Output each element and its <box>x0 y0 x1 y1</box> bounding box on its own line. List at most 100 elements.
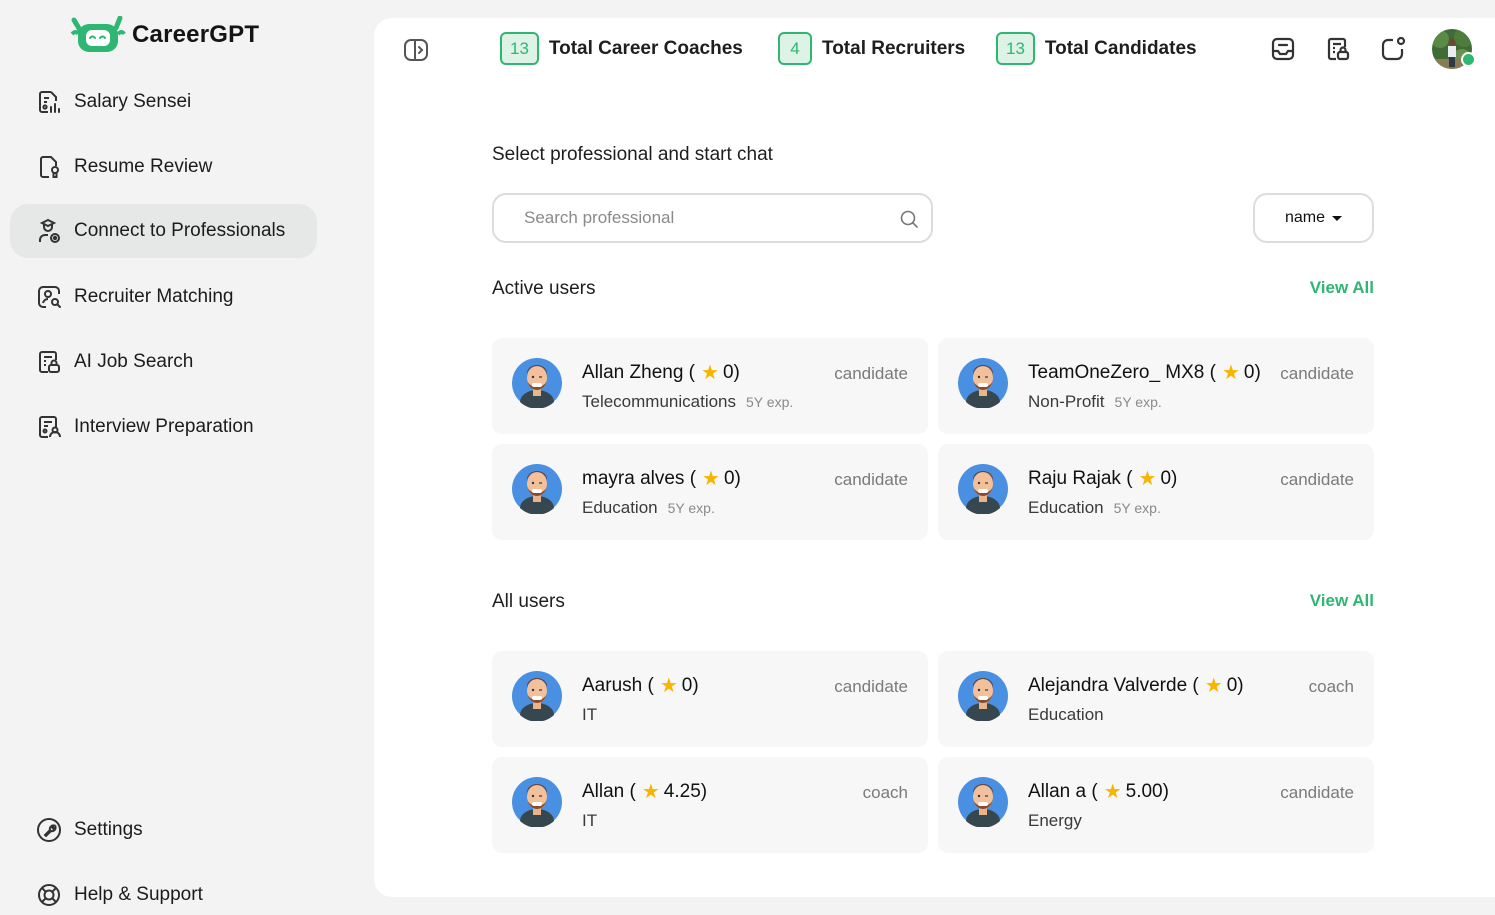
page-title: Select professional and start chat <box>492 144 773 165</box>
star-icon: ★ <box>702 468 720 490</box>
star-icon: ★ <box>701 362 719 384</box>
user-card[interactable]: Allan a (★ 5.00) Energy candidate <box>938 757 1374 853</box>
sidebar-item-label: AI Job Search <box>74 351 194 372</box>
user-industry: IT <box>582 811 598 830</box>
search-box[interactable] <box>492 193 933 243</box>
sidebar-item-help-support[interactable]: Help & Support <box>10 868 317 915</box>
sort-selected-value: name <box>1284 209 1326 226</box>
user-experience: 5Y exp. <box>1114 394 1162 410</box>
user-experience: 5Y exp. <box>667 500 715 516</box>
notifications-button[interactable] <box>1378 34 1408 64</box>
user-industry: Telecommunications <box>582 392 737 411</box>
all-users-grid: Aarush (★ 0) IT candidate Alejandra Valve… <box>492 651 1374 853</box>
sidebar-toggle-button[interactable] <box>402 36 430 64</box>
user-card[interactable]: Allan Zheng (★ 0) Telecommunications 5Y ex… <box>492 338 928 434</box>
user-card[interactable]: Aarush (★ 0) IT candidate <box>492 651 928 747</box>
star-icon: ★ <box>659 675 678 697</box>
sidebar-item-recruiter-matching[interactable]: Recruiter Matching <box>10 270 317 324</box>
count-badge: 4 <box>778 32 812 65</box>
user-card[interactable]: mayra alves (★ 0) Education 5Y exp. candid… <box>492 444 928 540</box>
app-logo[interactable]: CareerGPT <box>68 16 259 54</box>
user-rating: 0) <box>681 675 699 696</box>
star-icon: ★ <box>641 781 660 803</box>
count-badge: 13 <box>996 32 1035 65</box>
user-name-rating: Aarush (★ 0) <box>582 675 699 697</box>
user-role: candidate <box>1280 783 1354 802</box>
user-role: candidate <box>1280 470 1354 489</box>
user-role: coach <box>862 783 908 802</box>
star-icon: ★ <box>1103 781 1122 803</box>
interview-doc-icon <box>35 413 63 441</box>
sidebar: CareerGPT Salary Sensei Resume Review Co… <box>0 0 374 915</box>
sidebar-item-resume-review[interactable]: Resume Review <box>10 140 317 194</box>
user-card[interactable]: Raju Rajak (★ 0) Education 5Y exp. candida… <box>938 444 1374 540</box>
user-industry: Education <box>1028 498 1104 517</box>
user-name-rating: Allan a (★ 5.00) <box>1028 781 1169 803</box>
graduate-user-icon <box>35 217 63 245</box>
user-name: Allan a ( <box>1028 781 1098 802</box>
top-bar: 13 Total Career Coaches 4 Total Recruite… <box>374 18 1495 82</box>
salary-report-icon <box>35 88 63 116</box>
user-rating: 0) <box>723 468 741 489</box>
sidebar-item-interview-preparation[interactable]: Interview Preparation <box>10 400 317 454</box>
user-name: Aarush ( <box>582 675 654 696</box>
sidebar-item-connect-to-professionals[interactable]: Connect to Professionals <box>10 204 317 258</box>
sidebar-item-salary-sensei[interactable]: Salary Sensei <box>10 75 317 129</box>
user-search-icon <box>35 283 63 311</box>
user-name: Raju Rajak ( <box>1028 468 1133 489</box>
all-users-view-all-link[interactable]: View All <box>1310 591 1374 611</box>
stat-recruiters: 4 Total Recruiters <box>778 32 965 65</box>
user-industry: IT <box>582 705 598 724</box>
avatar-icon <box>958 671 1008 721</box>
active-users-view-all-link[interactable]: View All <box>1310 278 1374 298</box>
stat-label: Total Career Coaches <box>548 37 743 59</box>
user-industry: Energy <box>1028 811 1082 830</box>
user-role: coach <box>1308 677 1354 696</box>
user-experience: 5Y exp. <box>746 394 794 410</box>
lifebuoy-icon <box>35 881 63 909</box>
user-name-rating: Allan (★ 4.25) <box>582 781 707 803</box>
user-name-rating: Alejandra Valverde (★ 0) <box>1028 675 1244 697</box>
sidebar-item-label: Resume Review <box>74 156 213 177</box>
stat-label: Total Recruiters <box>822 37 966 59</box>
settings-wrench-icon <box>35 816 63 844</box>
user-name: Allan ( <box>582 781 636 802</box>
user-role: candidate <box>1280 364 1354 383</box>
search-icon[interactable] <box>899 209 919 229</box>
user-rating: 4.25) <box>663 781 708 802</box>
caret-down-icon <box>1332 215 1343 221</box>
user-name: Allan Zheng ( <box>582 362 696 383</box>
avatar-icon <box>512 777 562 827</box>
user-rating: 5.00) <box>1125 781 1169 802</box>
user-name-rating: mayra alves (★ 0) <box>582 468 741 490</box>
inbox-button[interactable] <box>1268 34 1298 64</box>
avatar-icon <box>512 464 562 514</box>
all-users-title: All users <box>492 591 565 612</box>
user-role: candidate <box>834 677 908 696</box>
user-industry: Education <box>1028 705 1104 724</box>
avatar-icon <box>958 464 1008 514</box>
user-name: TeamOneZero_ MX8 ( <box>1028 362 1216 383</box>
job-lock-icon <box>1327 37 1350 61</box>
active-users-title: Active users <box>492 278 596 299</box>
sidebar-item-label: Recruiter Matching <box>74 286 234 307</box>
user-card[interactable]: TeamOneZero_ MX8 (★ 0) Non-Profit 5Y exp. … <box>938 338 1374 434</box>
user-name-rating: TeamOneZero_ MX8 (★ 0) <box>1028 362 1261 384</box>
user-name: Alejandra Valverde ( <box>1028 675 1199 696</box>
sidebar-item-settings[interactable]: Settings <box>10 803 317 857</box>
user-card[interactable]: Alejandra Valverde (★ 0) Education coach <box>938 651 1374 747</box>
user-rating: 0) <box>1226 675 1244 696</box>
sidebar-item-ai-job-search[interactable]: AI Job Search <box>10 335 317 389</box>
notification-icon <box>1381 36 1406 61</box>
user-name-rating: Allan Zheng (★ 0) <box>582 362 740 384</box>
user-card[interactable]: Allan (★ 4.25) IT coach <box>492 757 928 853</box>
sort-dropdown[interactable]: name <box>1253 193 1374 243</box>
active-users-grid: Allan Zheng (★ 0) Telecommunications 5Y ex… <box>492 338 1374 540</box>
inbox-icon <box>1271 37 1295 61</box>
robot-logo-icon <box>70 16 126 52</box>
job-search-button[interactable] <box>1323 34 1353 64</box>
search-input[interactable] <box>524 208 884 228</box>
user-name: mayra alves ( <box>582 468 697 489</box>
online-status-dot <box>1461 52 1476 67</box>
avatar-icon <box>958 358 1008 408</box>
